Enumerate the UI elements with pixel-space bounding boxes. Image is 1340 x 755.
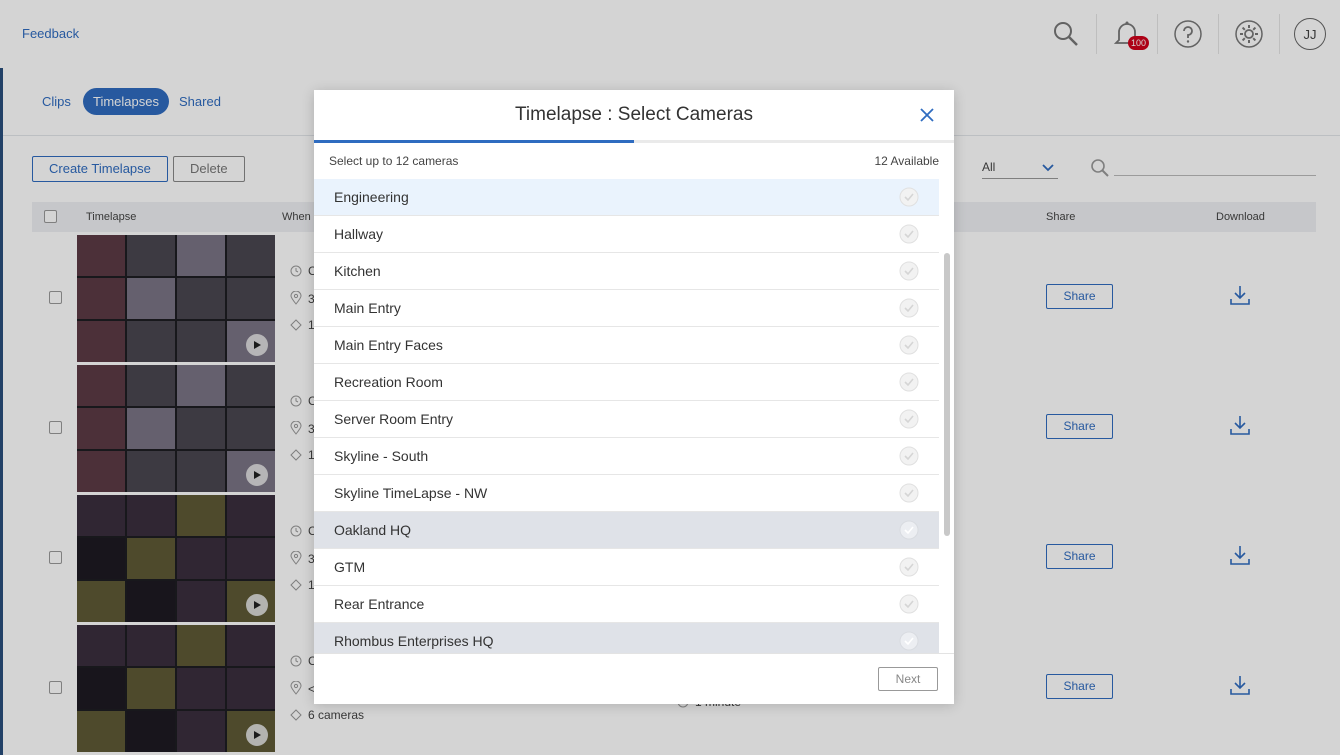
check-circle-icon xyxy=(899,594,919,614)
selection-hint: Select up to 12 cameras xyxy=(329,154,459,168)
select-checkbox[interactable] xyxy=(899,446,919,471)
camera-name: Skyline TimeLapse - NW xyxy=(334,485,488,501)
camera-name: Server Room Entry xyxy=(334,411,454,427)
list-item[interactable]: Skyline TimeLapse - NW xyxy=(314,475,939,512)
list-item[interactable]: Kitchen xyxy=(314,253,939,290)
list-item[interactable]: Hallway xyxy=(314,216,939,253)
camera-group-name: Oakland HQ xyxy=(334,522,412,538)
select-checkbox[interactable] xyxy=(899,594,919,619)
available-count: 12 Available xyxy=(874,154,940,168)
list-item[interactable]: Server Room Entry xyxy=(314,401,939,438)
scrollbar-thumb[interactable] xyxy=(944,253,950,536)
select-checkbox[interactable] xyxy=(899,224,919,249)
check-circle-icon xyxy=(899,446,919,466)
check-circle-icon xyxy=(899,187,919,207)
camera-group-name: Rhombus Enterprises HQ xyxy=(334,633,494,649)
camera-name: Skyline - South xyxy=(334,448,429,464)
list-item[interactable]: Main Entry Faces xyxy=(314,327,939,364)
camera-name: Main Entry Faces xyxy=(334,337,443,353)
list-item-group[interactable]: Rhombus Enterprises HQ xyxy=(314,623,939,653)
select-checkbox[interactable] xyxy=(899,187,919,212)
select-checkbox[interactable] xyxy=(899,520,919,545)
modal-title: Timelapse : Select Cameras xyxy=(515,104,753,125)
select-checkbox[interactable] xyxy=(899,335,919,360)
camera-name: Main Entry xyxy=(334,300,401,316)
select-checkbox[interactable] xyxy=(899,483,919,508)
select-checkbox[interactable] xyxy=(899,631,919,653)
camera-name: GTM xyxy=(334,559,366,575)
list-scrollbar[interactable] xyxy=(941,179,954,653)
camera-name: Rear Entrance xyxy=(334,596,425,612)
check-circle-icon xyxy=(899,520,919,540)
select-checkbox[interactable] xyxy=(899,372,919,397)
check-circle-icon xyxy=(899,224,919,244)
list-item[interactable]: Recreation Room xyxy=(314,364,939,401)
close-icon xyxy=(920,108,934,122)
camera-list: Engineering Hallway Kitchen Main Entry M… xyxy=(314,179,939,653)
select-checkbox[interactable] xyxy=(899,298,919,323)
select-checkbox[interactable] xyxy=(899,557,919,582)
camera-name: Kitchen xyxy=(334,263,381,279)
list-item[interactable]: Main Entry xyxy=(314,290,939,327)
step-progress-fill xyxy=(314,140,634,143)
next-button[interactable]: Next xyxy=(878,667,938,691)
modal-footer: Next xyxy=(314,653,954,704)
select-checkbox[interactable] xyxy=(899,261,919,286)
check-circle-icon xyxy=(899,372,919,392)
check-circle-icon xyxy=(899,409,919,429)
check-circle-icon xyxy=(899,631,919,651)
list-item[interactable]: Skyline - South xyxy=(314,438,939,475)
list-item[interactable]: GTM xyxy=(314,549,939,586)
check-circle-icon xyxy=(899,483,919,503)
check-circle-icon xyxy=(899,557,919,577)
check-circle-icon xyxy=(899,335,919,355)
check-circle-icon xyxy=(899,261,919,281)
camera-name: Recreation Room xyxy=(334,374,443,390)
select-checkbox[interactable] xyxy=(899,409,919,434)
list-item[interactable]: Rear Entrance xyxy=(314,586,939,623)
camera-name: Hallway xyxy=(334,226,384,242)
check-circle-icon xyxy=(899,298,919,318)
list-item[interactable]: Engineering xyxy=(314,179,939,216)
list-item-group[interactable]: Oakland HQ xyxy=(314,512,939,549)
step-progress xyxy=(314,140,954,143)
camera-name: Engineering xyxy=(334,189,409,205)
select-cameras-modal: Timelapse : Select Cameras Select up to … xyxy=(314,90,954,704)
close-button[interactable] xyxy=(917,105,937,130)
